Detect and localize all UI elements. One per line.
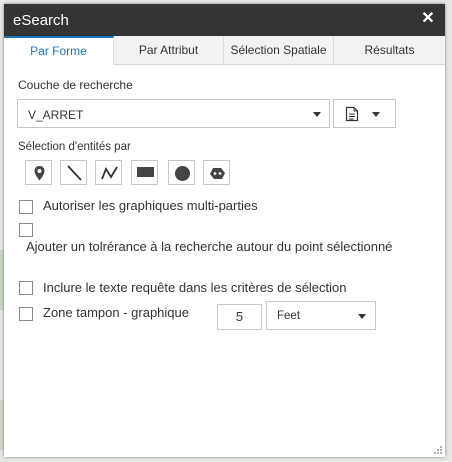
draw-polyline-button[interactable]	[95, 160, 122, 185]
draw-circle-button[interactable]	[168, 160, 195, 185]
draw-point-button[interactable]	[25, 160, 52, 185]
draw-rectangle-button[interactable]	[131, 160, 158, 185]
polyline-icon	[101, 166, 118, 180]
circle-icon	[175, 166, 190, 181]
buffer-label: Zone tampon - graphique	[43, 305, 189, 320]
document-icon	[345, 106, 359, 122]
tab-bar: Par Forme Par Attribut Sélection Spatial…	[4, 36, 445, 65]
draw-polygon-button[interactable]	[203, 160, 230, 185]
tab-par-attribut[interactable]: Par Attribut	[114, 36, 224, 64]
buffer-unit-select[interactable]: Feet	[266, 301, 376, 330]
selection-by-label: Sélection d'entités par	[18, 141, 131, 153]
rectangle-icon	[137, 167, 154, 177]
include-text-checkbox[interactable]	[19, 281, 33, 295]
line-icon	[67, 165, 82, 181]
tab-resultats[interactable]: Résultats	[334, 36, 445, 64]
search-layer-select[interactable]: V_ARRET	[17, 99, 330, 128]
tolerance-label: Ajouter un tolrérance à la recherche aut…	[26, 239, 393, 254]
chevron-down-icon	[313, 112, 321, 117]
draw-line-button[interactable]	[60, 160, 87, 185]
buffer-checkbox[interactable]	[19, 307, 33, 321]
buffer-unit-value: Feet	[277, 310, 301, 322]
chevron-down-icon	[358, 314, 366, 319]
multipart-label: Autoriser les graphiques multi-parties	[43, 198, 258, 213]
panel-title: eSearch	[13, 12, 69, 29]
tolerance-checkbox[interactable]	[19, 223, 33, 237]
title-bar[interactable]: eSearch ✕	[4, 4, 445, 36]
buffer-distance-input[interactable]: 5	[217, 304, 262, 330]
point-icon	[34, 166, 45, 181]
search-layer-label: Couche de recherche	[18, 78, 133, 92]
tab-par-forme[interactable]: Par Forme	[4, 36, 114, 65]
polygon-icon	[210, 168, 225, 179]
include-text-label: Inclure le texte requête dans les critèr…	[43, 280, 347, 295]
close-icon[interactable]: ✕	[419, 9, 437, 29]
chevron-down-icon	[372, 112, 380, 117]
layer-info-dropdown[interactable]	[333, 99, 396, 128]
multipart-checkbox[interactable]	[19, 200, 33, 214]
tab-selection-spatiale[interactable]: Sélection Spatiale	[224, 36, 334, 64]
esearch-panel: eSearch ✕ Par Forme Par Attribut Sélecti…	[4, 4, 445, 457]
resize-handle-icon[interactable]	[433, 445, 443, 455]
search-layer-value: V_ARRET	[28, 108, 84, 122]
